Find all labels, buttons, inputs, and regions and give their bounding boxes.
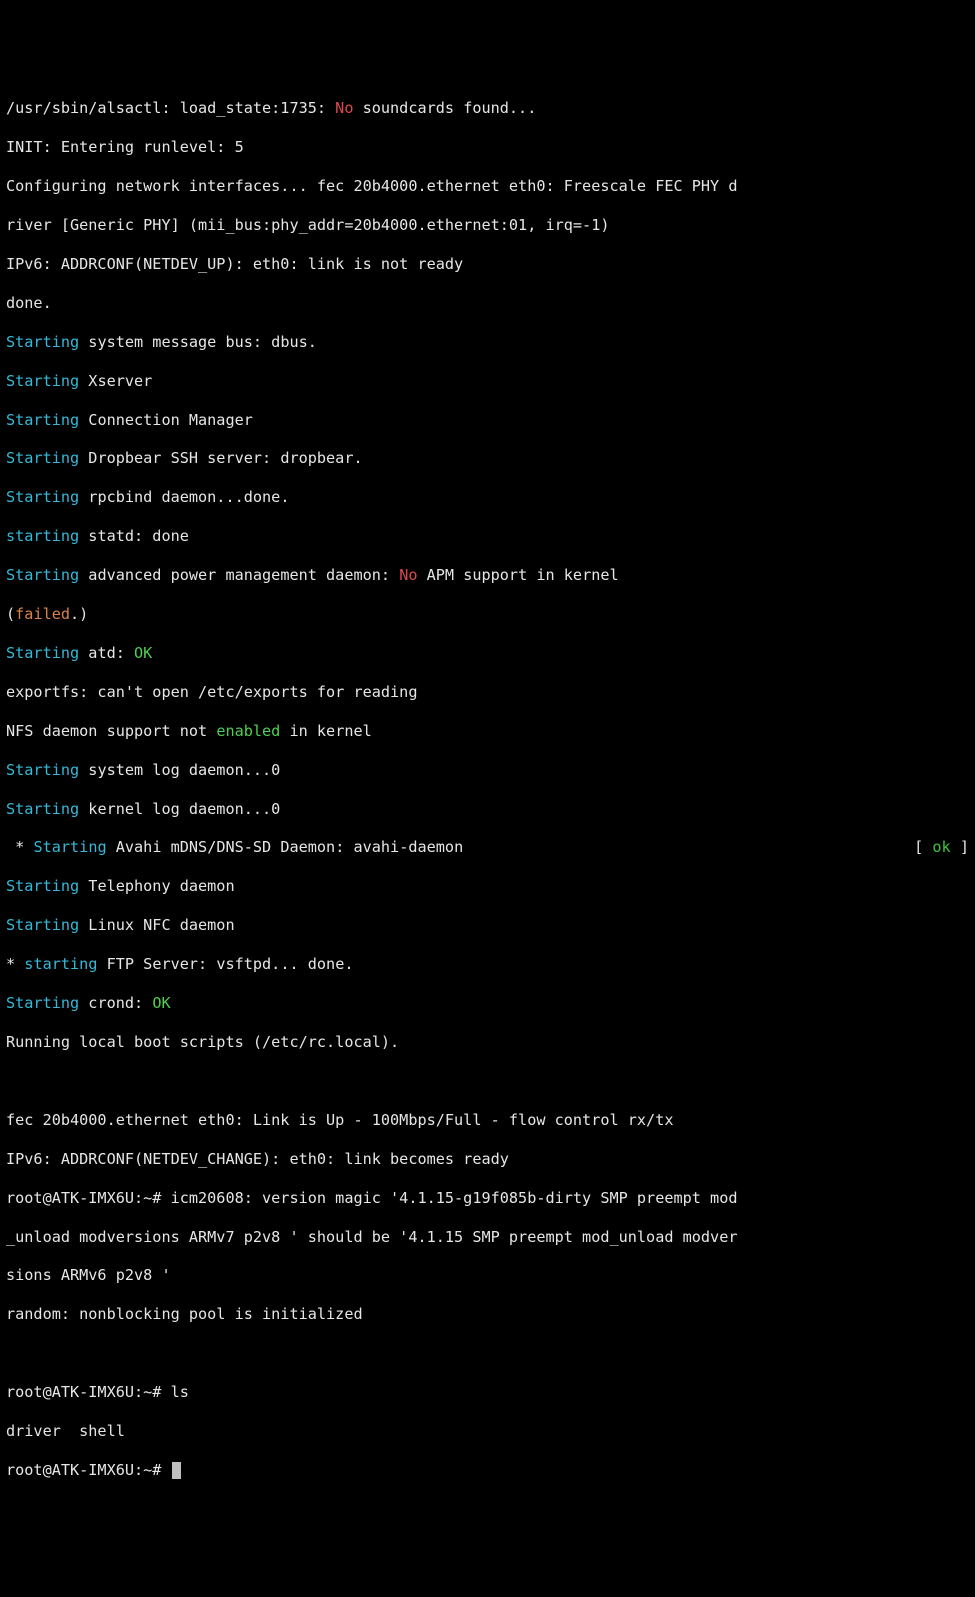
boot-line: fec 20b4000.ethernet eth0: Link is Up - … [6, 1111, 969, 1130]
boot-line: Starting Connection Manager [6, 411, 969, 430]
terminal-output[interactable]: /usr/sbin/alsactl: load_state:1735: No s… [6, 80, 969, 1500]
cursor-icon [172, 1462, 181, 1479]
boot-line: Starting Telephony daemon [6, 877, 969, 896]
boot-line: starting statd: done [6, 527, 969, 546]
shell-prompt: root@ATK-IMX6U:~# [6, 1383, 171, 1401]
boot-line: sions ARMv6 p2v8 ' [6, 1266, 969, 1285]
boot-line: river [Generic PHY] (mii_bus:phy_addr=20… [6, 216, 969, 235]
boot-line: Running local boot scripts (/etc/rc.loca… [6, 1033, 969, 1052]
boot-line: done. [6, 294, 969, 313]
boot-line: root@ATK-IMX6U:~# icm20608: version magi… [6, 1189, 969, 1208]
boot-line: Starting rpcbind daemon...done. [6, 488, 969, 507]
boot-line: Starting Dropbear SSH server: dropbear. [6, 449, 969, 468]
boot-line: (failed.) [6, 605, 969, 624]
boot-line: INIT: Entering runlevel: 5 [6, 138, 969, 157]
boot-line: IPv6: ADDRCONF(NETDEV_UP): eth0: link is… [6, 255, 969, 274]
boot-line: /usr/sbin/alsactl: load_state:1735: No s… [6, 99, 969, 118]
boot-line: * Starting Avahi mDNS/DNS-SD Daemon: ava… [6, 838, 969, 857]
boot-line: Starting atd: OK [6, 644, 969, 663]
boot-line: * starting FTP Server: vsftpd... done. [6, 955, 969, 974]
prompt-line[interactable]: root@ATK-IMX6U:~# [6, 1461, 969, 1480]
boot-line: random: nonblocking pool is initialized [6, 1305, 969, 1324]
boot-line: Starting advanced power management daemo… [6, 566, 969, 585]
command-ls: ls [171, 1383, 189, 1401]
ls-output: driver shell [6, 1422, 969, 1441]
boot-line: Configuring network interfaces... fec 20… [6, 177, 969, 196]
boot-line: NFS daemon support not enabled in kernel [6, 722, 969, 741]
prompt-line: root@ATK-IMX6U:~# ls [6, 1383, 969, 1402]
boot-line: Starting Linux NFC daemon [6, 916, 969, 935]
boot-line: IPv6: ADDRCONF(NETDEV_CHANGE): eth0: lin… [6, 1150, 969, 1169]
shell-prompt: root@ATK-IMX6U:~# [6, 1461, 171, 1479]
boot-line: exportfs: can't open /etc/exports for re… [6, 683, 969, 702]
boot-line: Starting kernel log daemon...0 [6, 800, 969, 819]
boot-line: Starting system message bus: dbus. [6, 333, 969, 352]
boot-line [6, 1072, 969, 1091]
boot-line: Starting system log daemon...0 [6, 761, 969, 780]
boot-line: _unload modversions ARMv7 p2v8 ' should … [6, 1228, 969, 1247]
boot-line: Starting crond: OK [6, 994, 969, 1013]
boot-line: Starting Xserver [6, 372, 969, 391]
boot-line [6, 1344, 969, 1363]
